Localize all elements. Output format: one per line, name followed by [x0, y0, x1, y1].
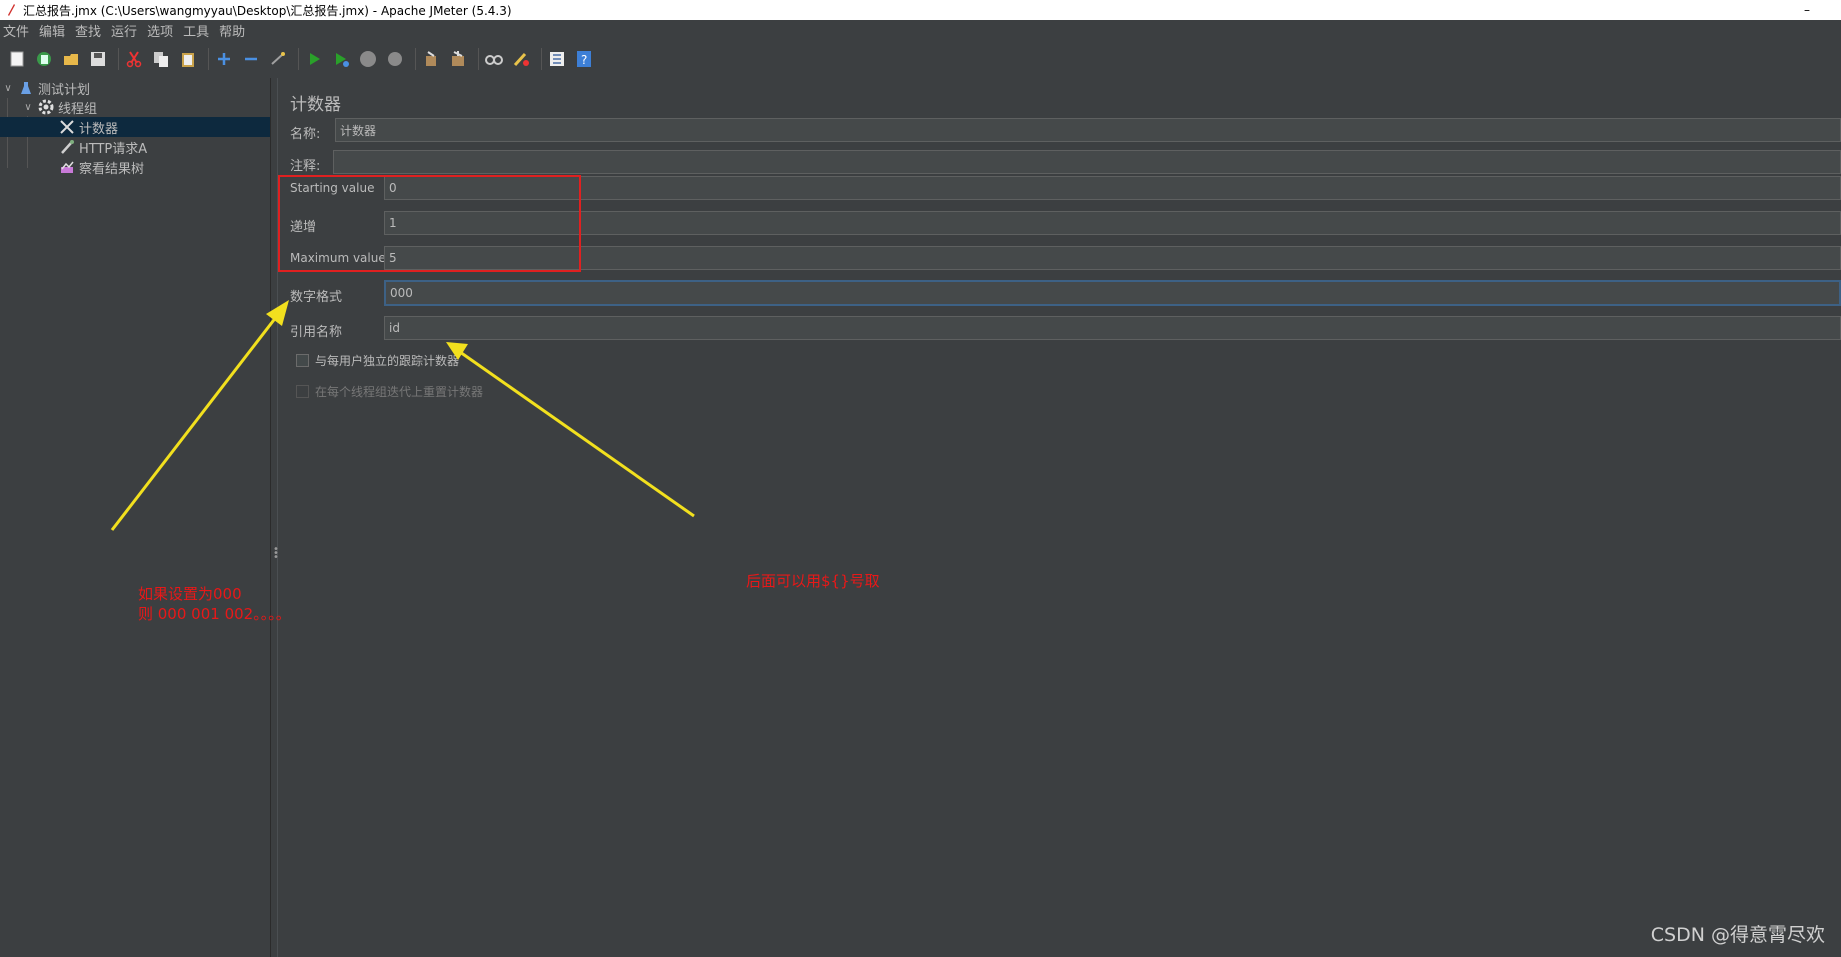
test-plan-icon [18, 80, 34, 96]
toolbar-separator [118, 47, 119, 70]
stop-icon[interactable] [357, 48, 379, 70]
paste-icon[interactable] [177, 48, 199, 70]
menu-run[interactable]: 运行 [111, 21, 137, 40]
tree-item-label: 计数器 [79, 121, 119, 137]
chevron-down-icon[interactable]: ∨ [2, 83, 14, 94]
search-icon[interactable] [483, 48, 505, 70]
annotation-left: 如果设置为000 则 000 001 002。。。。 [138, 584, 291, 624]
copy-icon[interactable] [150, 48, 172, 70]
tree-item-label: HTTP请求A [79, 141, 148, 157]
reference-name-field[interactable]: id [384, 316, 1841, 340]
new-icon[interactable] [6, 48, 28, 70]
panel-title: 计数器 [290, 95, 341, 115]
counter-tools-icon [59, 119, 75, 135]
templates-icon[interactable] [33, 48, 55, 70]
save-icon[interactable] [87, 48, 109, 70]
toolbar: ? [0, 41, 1841, 76]
window-title: 汇总报告.jmx (C:\Users\wangmyyau\Desktop\汇总报… [23, 3, 512, 18]
track-per-user-checkbox-row[interactable]: 与每用户独立的跟踪计数器 [296, 352, 459, 369]
increment-field[interactable]: 1 [384, 211, 1841, 235]
toolbar-separator [298, 47, 299, 70]
tree-item-test-plan[interactable]: ∨ 测试计划 [0, 78, 270, 98]
results-tree-icon [59, 159, 75, 175]
collapse-icon[interactable] [240, 48, 262, 70]
svg-text:?: ? [581, 53, 587, 67]
tree-item-counter[interactable]: 计数器 [0, 117, 270, 137]
tree-item-label: 察看结果树 [79, 161, 145, 177]
reset-on-iteration-checkbox [296, 385, 309, 398]
clear-all-icon[interactable] [447, 48, 469, 70]
menu-file[interactable]: 文件 [3, 21, 29, 40]
start-icon[interactable] [303, 48, 325, 70]
tree-item-label: 测试计划 [38, 82, 91, 98]
toolbar-separator [415, 47, 416, 70]
shutdown-icon[interactable] [384, 48, 406, 70]
track-per-user-label: 与每用户独立的跟踪计数器 [315, 354, 460, 368]
menu-help[interactable]: 帮助 [219, 21, 245, 40]
test-plan-tree: ∨ 测试计划 ∨ 线程组 计数器 HTTP请求A 察看结果树 [0, 78, 270, 957]
annotation-right: 后面可以用${}号取 [746, 572, 880, 590]
toolbar-separator [208, 47, 209, 70]
menu-bar: 文件 编辑 查找 运行 选项 工具 帮助 [0, 20, 1841, 41]
menu-edit[interactable]: 编辑 [39, 21, 65, 40]
number-format-field[interactable]: 000 [384, 280, 1841, 306]
starting-value-field[interactable]: 0 [384, 176, 1841, 200]
toolbar-separator [541, 47, 542, 70]
function-helper-icon[interactable] [546, 48, 568, 70]
minimize-button[interactable]: – [1797, 0, 1817, 20]
splitter-grip-icon: • • • [273, 544, 279, 563]
chevron-down-icon[interactable]: ∨ [22, 102, 34, 113]
title-bar: 汇总报告.jmx (C:\Users\wangmyyau\Desktop\汇总报… [0, 0, 1841, 20]
increment-label: 递增 [290, 220, 317, 235]
name-field[interactable]: 计数器 [335, 118, 1841, 142]
tree-item-thread-group[interactable]: ∨ 线程组 [0, 97, 270, 117]
menu-tools[interactable]: 工具 [183, 21, 209, 40]
reference-name-label: 引用名称 [290, 325, 343, 340]
toggle-icon[interactable] [267, 48, 289, 70]
open-icon[interactable] [60, 48, 82, 70]
track-per-user-checkbox[interactable] [296, 354, 309, 367]
reset-on-iteration-checkbox-row: 在每个线程组迭代上重置计数器 [296, 383, 483, 400]
number-format-label: 数字格式 [290, 290, 343, 305]
starting-value-label: Starting value [290, 181, 375, 195]
counter-config-panel: 计数器 名称: 计数器 注释: Starting value 0 递增 1 Ma… [280, 78, 1841, 957]
maximum-value-label: Maximum value [290, 251, 386, 265]
expand-icon[interactable] [213, 48, 235, 70]
comment-field[interactable] [333, 150, 1841, 174]
jmeter-feather-icon [3, 2, 19, 18]
annotation-left-line2: 则 000 001 002。。。。 [138, 605, 291, 623]
clear-icon[interactable] [420, 48, 442, 70]
http-sampler-pipette-icon [59, 139, 75, 155]
comment-label: 注释: [290, 159, 321, 174]
tree-item-http-request[interactable]: HTTP请求A [0, 137, 270, 157]
cut-icon[interactable] [123, 48, 145, 70]
menu-search[interactable]: 查找 [75, 21, 101, 40]
start-no-pause-icon[interactable] [330, 48, 352, 70]
toolbar-separator [478, 47, 479, 70]
menu-options[interactable]: 选项 [147, 21, 173, 40]
thread-group-gear-icon [38, 99, 54, 115]
reset-search-icon[interactable] [510, 48, 532, 70]
tree-item-results-tree[interactable]: 察看结果树 [0, 157, 270, 177]
help-icon[interactable]: ? [573, 48, 595, 70]
annotation-left-line1: 如果设置为000 [138, 585, 242, 603]
csdn-watermark: CSDN @得意霄尽欢 [1650, 924, 1825, 946]
panel-splitter[interactable]: • • • [270, 78, 279, 957]
name-label: 名称: [290, 127, 321, 142]
tree-item-label: 线程组 [58, 101, 98, 117]
reset-on-iteration-label: 在每个线程组迭代上重置计数器 [315, 385, 484, 399]
maximum-value-field[interactable]: 5 [384, 246, 1841, 270]
